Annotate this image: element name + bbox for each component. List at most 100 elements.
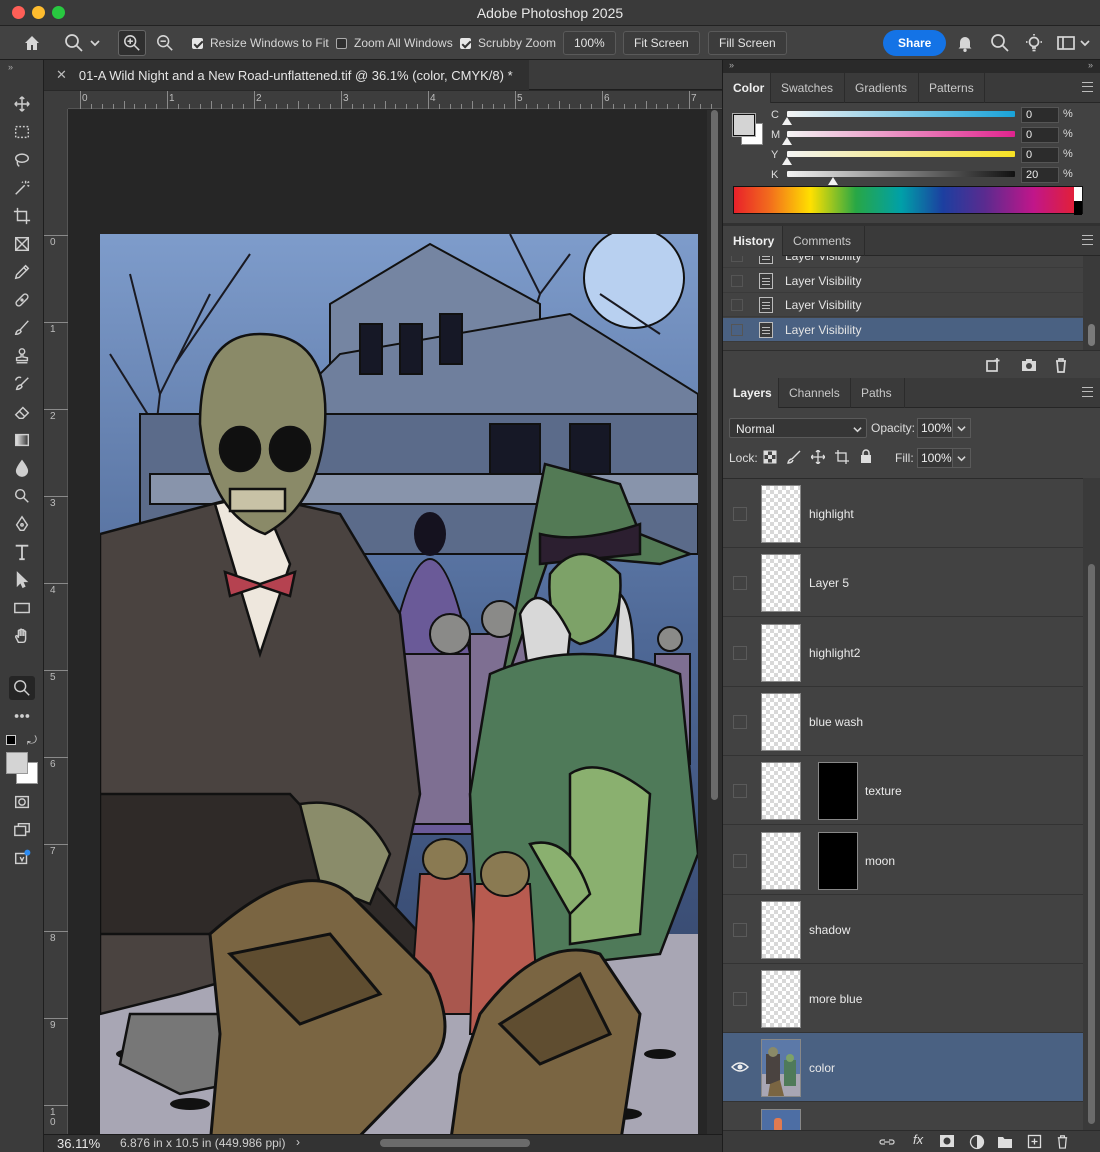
layer-name[interactable]: texture bbox=[865, 784, 902, 798]
layer-mask-thumbnail[interactable] bbox=[818, 831, 858, 890]
fit-screen-button[interactable]: Fit Screen bbox=[623, 31, 700, 55]
tab-channels[interactable]: Channels bbox=[779, 378, 851, 408]
brush-tool[interactable] bbox=[9, 316, 35, 340]
hand-tool[interactable] bbox=[9, 624, 35, 648]
new-document-from-state-icon[interactable] bbox=[985, 357, 1001, 373]
add-mask-icon[interactable] bbox=[939, 1134, 955, 1148]
canvas-vertical-scrollbar[interactable] bbox=[707, 110, 722, 1134]
frame-tool[interactable] bbox=[9, 232, 35, 256]
zoom-percent-field[interactable]: 100% bbox=[563, 31, 616, 55]
healing-brush-tool[interactable] bbox=[9, 288, 35, 312]
channel-value-field[interactable]: 20 bbox=[1021, 167, 1059, 183]
dodge-tool[interactable] bbox=[9, 484, 35, 508]
spectrum-white-swatch[interactable] bbox=[1074, 187, 1082, 201]
layer-name[interactable]: color bbox=[809, 1061, 835, 1075]
visibility-toggle[interactable] bbox=[733, 507, 747, 521]
panel-menu-icon[interactable] bbox=[1082, 235, 1093, 245]
horizontal-ruler[interactable]: 0 1 2 3 4 5 6 7 bbox=[68, 91, 767, 109]
visibility-toggle[interactable] bbox=[733, 784, 747, 799]
layer-row[interactable]: more blue bbox=[723, 964, 1083, 1034]
history-source-checkbox[interactable] bbox=[731, 323, 743, 336]
visibility-toggle[interactable] bbox=[733, 576, 747, 591]
layer-mask-thumbnail[interactable] bbox=[818, 762, 858, 821]
layer-thumbnail[interactable] bbox=[761, 762, 801, 821]
visibility-toggle[interactable] bbox=[733, 714, 747, 729]
channel-track[interactable] bbox=[787, 151, 1015, 157]
lock-transparent-pixels-icon[interactable] bbox=[763, 450, 777, 464]
search-button[interactable] bbox=[990, 26, 1010, 60]
visibility-toggle[interactable] bbox=[733, 992, 747, 1007]
history-state-item[interactable]: Layer Visibility bbox=[723, 269, 1083, 293]
lock-image-pixels-icon[interactable] bbox=[787, 450, 801, 464]
layer-thumbnail[interactable] bbox=[761, 831, 801, 890]
document-tab[interactable]: ✕ 01-A Wild Night and a New Road-unflatt… bbox=[44, 60, 529, 90]
history-source-checkbox[interactable] bbox=[731, 256, 743, 262]
zoom-all-windows-checkbox[interactable]: Zoom All Windows bbox=[336, 26, 453, 60]
eyedropper-tool[interactable] bbox=[9, 260, 35, 284]
blend-mode-select[interactable]: Normal bbox=[729, 418, 867, 438]
visibility-toggle[interactable] bbox=[733, 645, 747, 660]
history-state-item[interactable]: Layer Visibility bbox=[723, 293, 1083, 317]
layer-row[interactable] bbox=[723, 1102, 1083, 1130]
share-button[interactable]: Share bbox=[883, 30, 947, 56]
layer-thumbnail[interactable] bbox=[761, 623, 801, 682]
layer-row[interactable]: texture bbox=[723, 756, 1083, 826]
channel-slider-thumb[interactable] bbox=[782, 157, 792, 165]
zoom-tool-preset-picker[interactable] bbox=[64, 26, 100, 60]
tab-history[interactable]: History bbox=[723, 226, 783, 256]
layer-name[interactable]: more blue bbox=[809, 992, 862, 1006]
eye-icon[interactable] bbox=[731, 1061, 749, 1073]
cmyk-slider-y[interactable]: Y 0% bbox=[771, 147, 1091, 165]
scrollbar-thumb[interactable] bbox=[1088, 564, 1095, 1124]
rectangle-tool[interactable] bbox=[9, 596, 35, 620]
zoom-in-button[interactable] bbox=[118, 26, 146, 60]
lasso-tool[interactable] bbox=[9, 148, 35, 172]
home-button[interactable] bbox=[22, 26, 42, 60]
history-source-checkbox[interactable] bbox=[731, 274, 743, 287]
cmyk-slider-k[interactable]: K 20% bbox=[771, 167, 1091, 185]
trash-icon[interactable] bbox=[1053, 357, 1069, 373]
panel-menu-icon[interactable] bbox=[1082, 82, 1093, 92]
layer-thumbnail[interactable] bbox=[761, 485, 801, 543]
spectrum-black-swatch[interactable] bbox=[1074, 201, 1082, 215]
channel-track[interactable] bbox=[787, 171, 1015, 177]
history-state-item[interactable]: Layer Visibility bbox=[723, 256, 1083, 268]
edit-toolbar-button[interactable] bbox=[9, 704, 35, 728]
resize-windows-checkbox[interactable]: Resize Windows to Fit bbox=[192, 26, 329, 60]
history-brush-tool[interactable] bbox=[9, 372, 35, 396]
layer-row[interactable]: highlight bbox=[723, 479, 1083, 548]
new-layer-icon[interactable] bbox=[1027, 1134, 1042, 1149]
adjustment-layer-icon[interactable] bbox=[969, 1134, 985, 1150]
layer-thumbnail[interactable] bbox=[761, 900, 801, 959]
layers-scrollbar[interactable] bbox=[1083, 478, 1100, 1130]
marquee-tool[interactable] bbox=[9, 120, 35, 144]
canvas-artwork[interactable] bbox=[100, 234, 698, 1146]
color-spectrum-bar[interactable] bbox=[733, 186, 1083, 215]
layer-row[interactable]: Layer 5 bbox=[723, 548, 1083, 618]
layer-thumbnail[interactable] bbox=[761, 1039, 801, 1098]
magic-wand-tool[interactable] bbox=[9, 176, 35, 200]
layer-row[interactable]: color bbox=[723, 1033, 1083, 1103]
layer-name[interactable]: Layer 5 bbox=[809, 576, 849, 590]
tab-gradients[interactable]: Gradients bbox=[845, 73, 919, 103]
panel-menu-icon[interactable] bbox=[1082, 387, 1093, 397]
layer-row[interactable]: moon bbox=[723, 825, 1083, 895]
default-colors-icon[interactable] bbox=[6, 735, 16, 745]
tab-layers[interactable]: Layers bbox=[723, 378, 779, 408]
expand-dock-icon[interactable]: » bbox=[1088, 60, 1093, 70]
lock-all-icon[interactable] bbox=[859, 449, 873, 464]
layer-name[interactable]: shadow bbox=[809, 923, 850, 937]
layer-thumbnail[interactable] bbox=[761, 970, 801, 1029]
zoom-tool[interactable] bbox=[9, 676, 35, 700]
gradient-tool[interactable] bbox=[9, 428, 35, 452]
tab-paths[interactable]: Paths bbox=[851, 378, 905, 408]
visibility-toggle[interactable] bbox=[733, 922, 747, 937]
scrollbar-thumb[interactable] bbox=[1088, 324, 1095, 346]
channel-slider-thumb[interactable] bbox=[782, 117, 792, 125]
close-icon[interactable]: ✕ bbox=[56, 67, 67, 83]
collapse-dock-icon[interactable]: » bbox=[729, 60, 734, 70]
foreground-color-swatch[interactable] bbox=[6, 752, 28, 774]
color-foreground-swatch[interactable] bbox=[733, 114, 755, 136]
blur-tool[interactable] bbox=[9, 456, 35, 480]
link-layers-icon[interactable] bbox=[879, 1135, 895, 1149]
